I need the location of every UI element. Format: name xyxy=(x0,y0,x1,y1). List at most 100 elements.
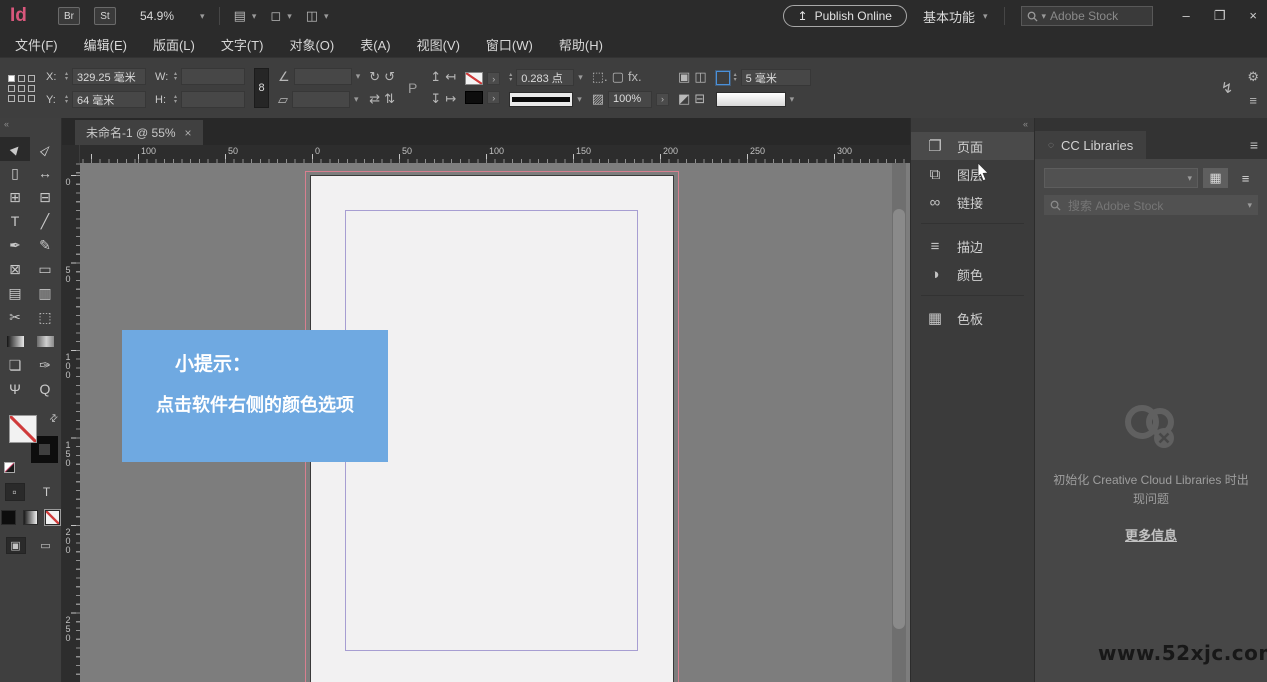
width-field[interactable] xyxy=(181,68,245,85)
restore-button[interactable]: ❐ xyxy=(1214,8,1226,24)
menu-item[interactable]: 视图(V) xyxy=(404,35,473,54)
content-placer-tool[interactable]: ⊟ xyxy=(30,185,60,209)
apply-gradient-button[interactable] xyxy=(23,510,38,525)
adobe-stock-search-input[interactable]: ▾ Adobe Stock xyxy=(1021,6,1153,26)
gradient-feather-tool[interactable] xyxy=(30,329,60,353)
dock-item-pages[interactable]: ❐ 页面 xyxy=(911,132,1034,160)
x-field[interactable]: 329.25 毫米 xyxy=(72,68,146,85)
zoom-tool[interactable]: Q xyxy=(30,377,60,401)
flip-horizontal-button[interactable]: ⇄ xyxy=(369,91,380,107)
scissors-tool[interactable]: ✂ xyxy=(0,305,30,329)
apply-color-button[interactable] xyxy=(1,510,16,525)
y-stepper[interactable]: ▴▾ xyxy=(65,95,68,105)
reference-point-grid[interactable] xyxy=(8,75,35,102)
gradient-swatch-tool[interactable] xyxy=(0,329,30,353)
align-icon-1[interactable]: ↥ xyxy=(430,69,441,85)
list-view-button[interactable]: ≡ xyxy=(1233,168,1258,188)
rotation-angle-field[interactable] xyxy=(294,68,352,85)
corner-options-icon[interactable]: ⬚. xyxy=(592,69,608,85)
pen-tool[interactable]: ✒ xyxy=(0,233,30,257)
chevron-down-icon[interactable]: ▾ xyxy=(577,94,582,105)
preview-view-button[interactable]: ▭ xyxy=(36,537,56,554)
gear-icon[interactable]: ⚙ xyxy=(1247,69,1259,85)
swap-fill-stroke-icon[interactable]: ⇄ xyxy=(47,412,61,426)
opacity-field[interactable]: 100% xyxy=(608,91,652,108)
dock-item-swatches[interactable]: ▦ 色板 xyxy=(911,304,1034,332)
cc-search-input[interactable]: 搜索 Adobe Stock ▾ xyxy=(1044,195,1258,215)
rotate-ccw-button[interactable]: ↺ xyxy=(384,69,395,85)
default-fill-stroke-icon[interactable] xyxy=(4,462,15,473)
minimize-button[interactable]: – xyxy=(1183,8,1190,24)
menu-item[interactable]: 编辑(E) xyxy=(71,35,140,54)
corner-shape-icon[interactable]: ▢ xyxy=(612,69,624,85)
dock-item-links[interactable]: ∞ 链接 xyxy=(911,188,1034,216)
gap-field[interactable]: 5 毫米 xyxy=(741,69,811,86)
dock-item-stroke[interactable]: ≡ 描边 xyxy=(911,232,1034,260)
stroke-weight-field[interactable]: 0.283 点 xyxy=(516,69,574,86)
fill-proxy-swatch[interactable] xyxy=(9,415,37,443)
menu-item[interactable]: 帮助(H) xyxy=(546,35,616,54)
hand-tool[interactable]: Ψ xyxy=(0,377,30,401)
h-stepper[interactable]: ▴▾ xyxy=(174,95,177,105)
vertical-ruler[interactable]: 050100150200250 xyxy=(62,163,80,682)
dock-item-color[interactable]: ◑ 颜色 xyxy=(911,260,1034,288)
menu-item[interactable]: 文字(T) xyxy=(208,35,277,54)
constrain-proportions-icon[interactable]: 8 xyxy=(254,68,269,108)
selection-tool[interactable]: ► xyxy=(0,137,30,161)
fill-color-swatch[interactable] xyxy=(465,72,483,85)
formatting-container-button[interactable]: ▫ xyxy=(5,483,25,501)
view-options-button[interactable]: ▤ ▾ xyxy=(234,8,257,24)
bridge-button[interactable]: Br xyxy=(58,7,80,25)
eyedropper-tool[interactable]: ✑ xyxy=(30,353,60,377)
more-info-link[interactable]: 更多信息 xyxy=(1125,525,1177,544)
height-field[interactable] xyxy=(181,91,245,108)
text-wrap-object-button[interactable]: ◩ xyxy=(678,91,690,107)
text-wrap-bounding-button[interactable]: ◫ xyxy=(694,69,706,85)
free-transform-tool[interactable]: ⬚ xyxy=(30,305,60,329)
vertical-grid-tool[interactable]: ▥ xyxy=(30,281,60,305)
menu-item[interactable]: 文件(F) xyxy=(2,35,71,54)
stroke-menu-button[interactable]: › xyxy=(487,91,500,104)
align-icon-3[interactable]: ↧ xyxy=(430,91,441,107)
arrange-documents-button[interactable]: ◫ ▾ xyxy=(306,8,329,24)
flip-vertical-button[interactable]: ⇅ xyxy=(384,91,395,107)
gap-tool[interactable]: ↔ xyxy=(30,161,60,185)
menu-item[interactable]: 对象(O) xyxy=(276,35,347,54)
content-collector-tool[interactable]: ⊞ xyxy=(0,185,30,209)
y-field[interactable]: 64 毫米 xyxy=(72,91,146,108)
page-tool[interactable]: ▯ xyxy=(0,161,30,185)
rotate-cw-button[interactable]: ↻ xyxy=(369,69,380,85)
scrollbar-thumb[interactable] xyxy=(893,209,905,629)
frame-tool[interactable]: ⊠ xyxy=(0,257,30,281)
chevron-down-icon[interactable]: ▾ xyxy=(356,71,361,82)
panel-menu-icon[interactable]: ≡ xyxy=(1250,137,1267,153)
w-stepper[interactable]: ▴▾ xyxy=(174,72,177,82)
apply-none-button[interactable] xyxy=(45,510,60,525)
normal-view-button[interactable]: ▣ xyxy=(6,537,26,554)
shear-angle-field[interactable] xyxy=(292,91,350,108)
type-tool[interactable]: T xyxy=(0,209,30,233)
stroke-color-swatch[interactable] xyxy=(465,91,483,104)
close-button[interactable]: × xyxy=(1249,8,1257,24)
stock-button[interactable]: St xyxy=(94,7,116,25)
collapse-dock-icon[interactable]: « xyxy=(911,118,1034,132)
gap-stepper[interactable]: ▴▾ xyxy=(734,73,737,83)
panel-menu-icon[interactable]: ≡ xyxy=(1247,93,1259,108)
line-tool[interactable]: ╱ xyxy=(30,209,60,233)
workspace-switcher[interactable]: 基本功能 ▾ xyxy=(923,7,988,26)
dock-item-layers[interactable]: ⧉ 图层 xyxy=(911,160,1034,188)
rectangle-tool[interactable]: ▭ xyxy=(30,257,60,281)
publish-online-button[interactable]: ↥ Publish Online xyxy=(783,5,907,27)
document-tab[interactable]: 未命名-1 @ 55% × xyxy=(75,120,203,145)
collapse-panel-icon[interactable]: « xyxy=(0,118,61,131)
menu-item[interactable]: 版面(L) xyxy=(140,35,208,54)
opacity-menu-button[interactable]: › xyxy=(656,93,669,106)
zoom-level-combo[interactable]: 54.9% ▾ xyxy=(140,9,205,23)
horizontal-ruler[interactable]: 10050050100150200250300 xyxy=(80,145,910,163)
align-icon-4[interactable]: ↦ xyxy=(445,91,456,107)
x-stepper[interactable]: ▴▾ xyxy=(65,72,68,82)
screen-mode-button[interactable]: ◻ ▾ xyxy=(270,8,291,24)
library-select-dropdown[interactable]: ▾ xyxy=(1044,168,1198,188)
horizontal-grid-tool[interactable]: ▤ xyxy=(0,281,30,305)
vertical-scrollbar[interactable] xyxy=(892,163,906,682)
